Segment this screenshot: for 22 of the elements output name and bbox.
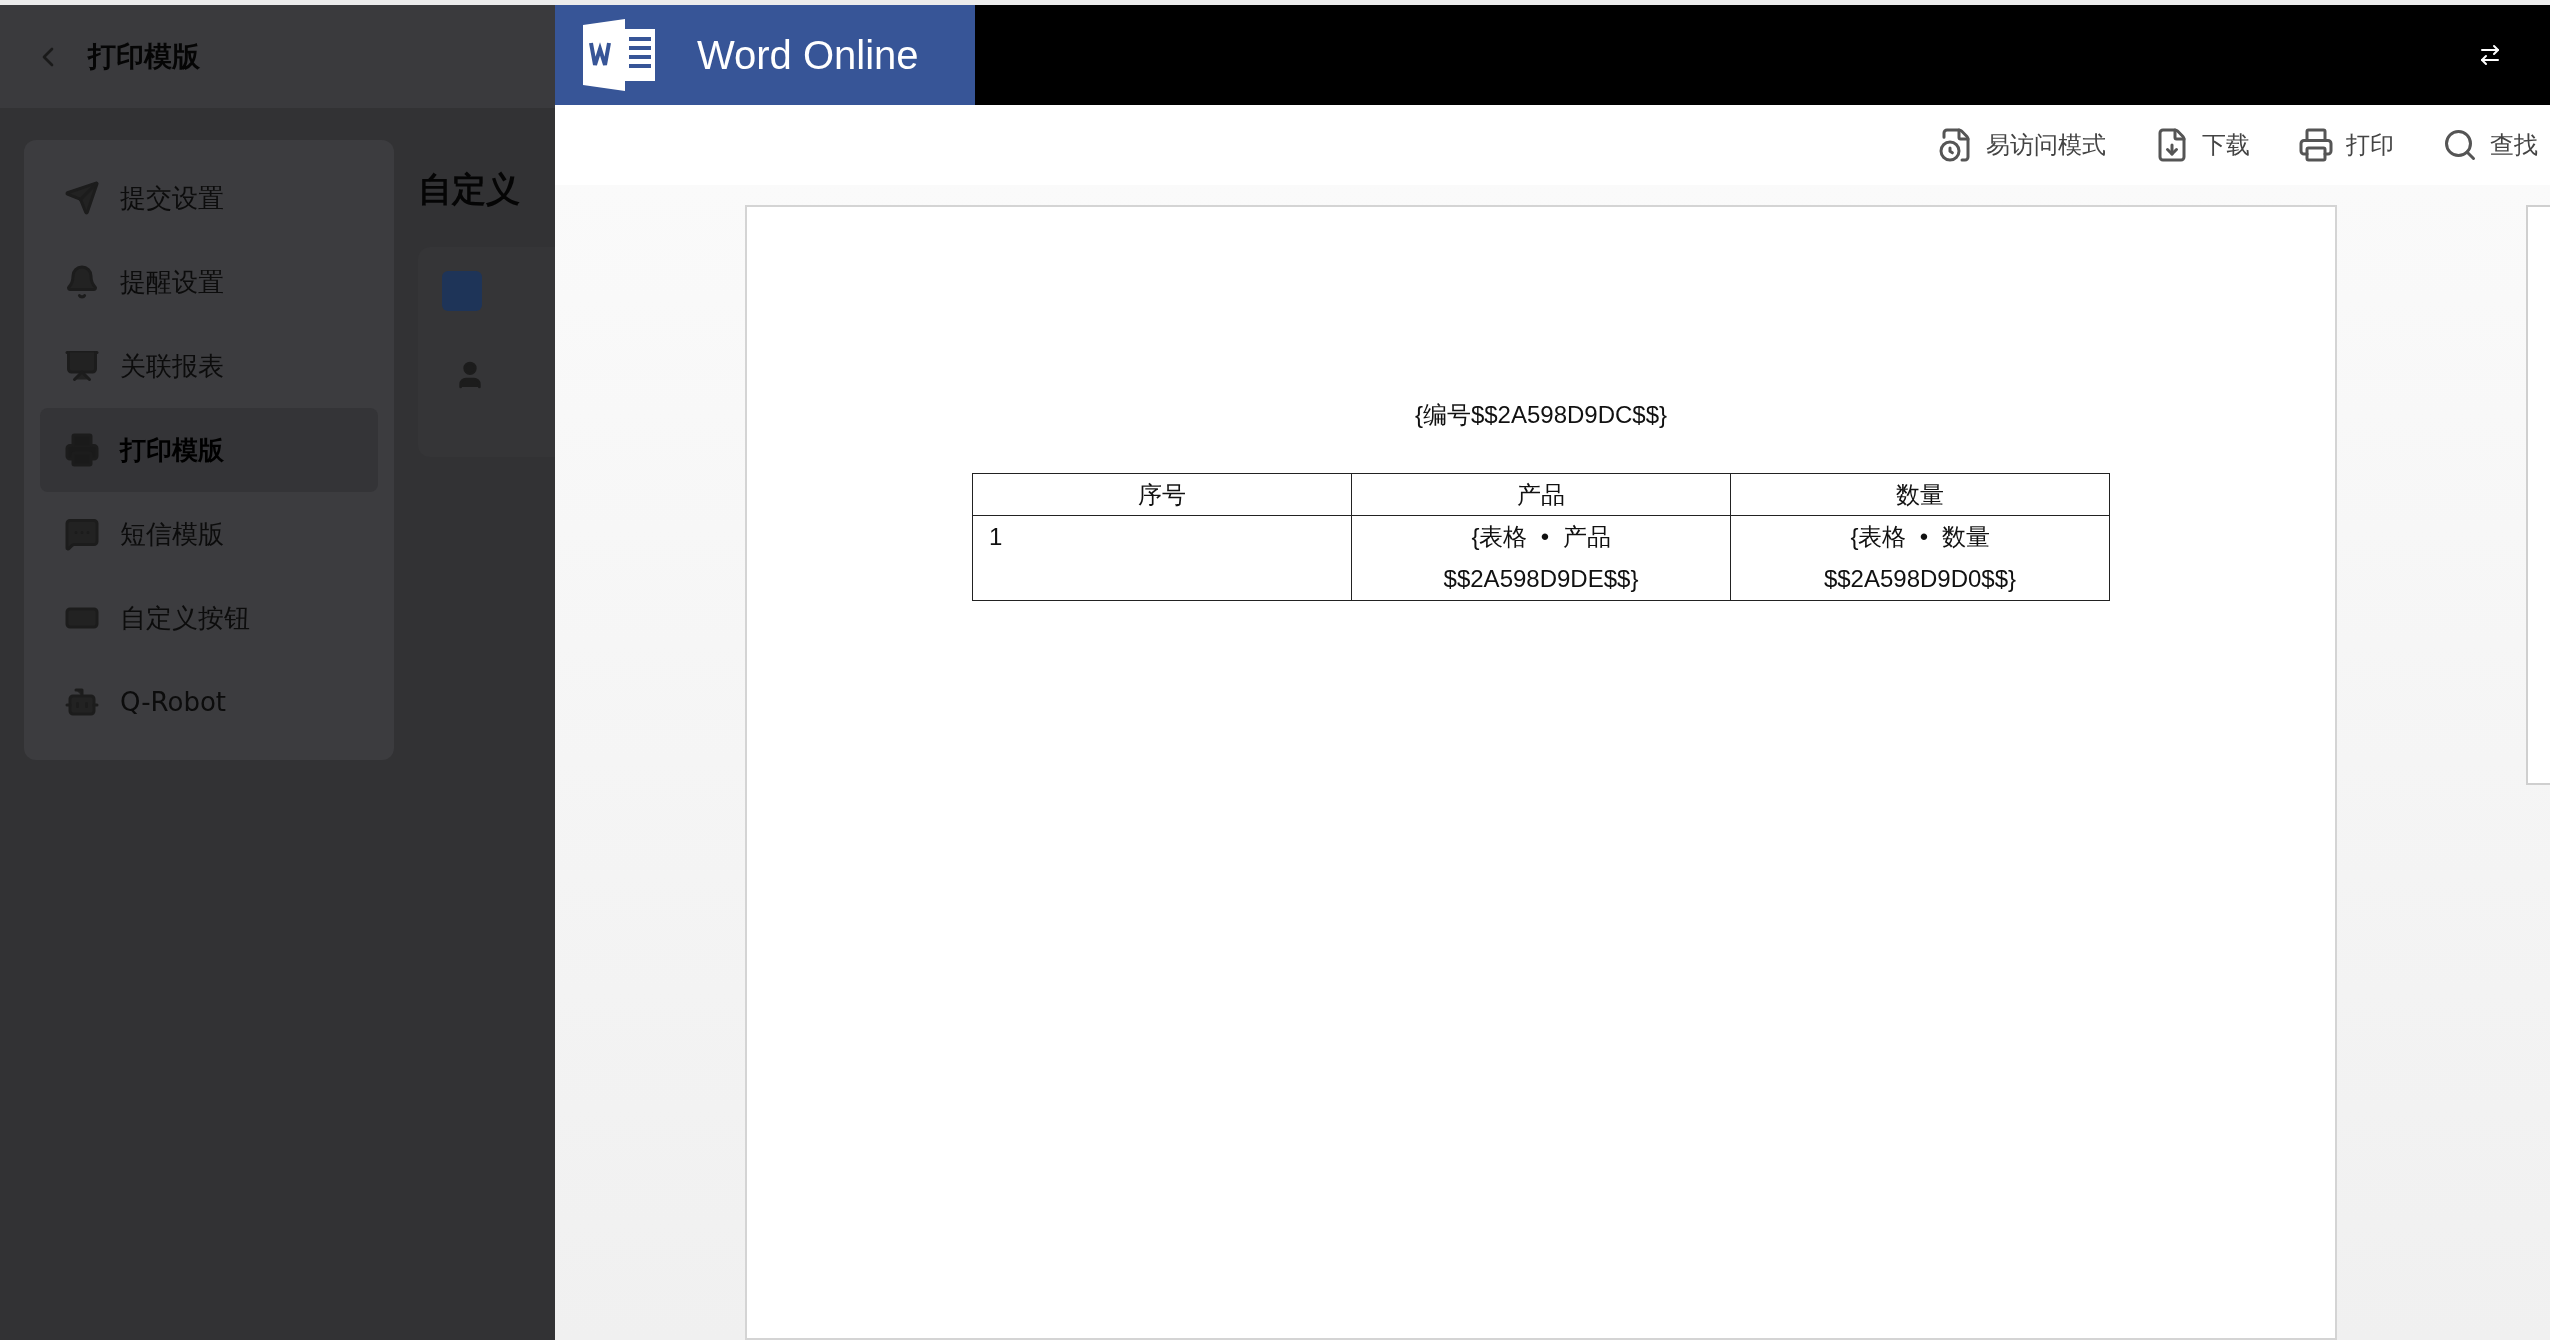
toolbar-button[interactable]: 查找 xyxy=(2442,127,2538,163)
printer-icon xyxy=(64,432,100,468)
board-icon xyxy=(64,348,100,384)
column-header: 数量 xyxy=(1730,473,2110,516)
search-icon xyxy=(2442,127,2478,163)
paper-plane-icon xyxy=(64,180,100,216)
word-logo-icon xyxy=(583,19,657,91)
switch-icon[interactable] xyxy=(2478,43,2502,67)
page-title: 打印模版 xyxy=(88,38,200,75)
table-cell: {表格 • 数量 $$2A598D9D0$$} xyxy=(1730,515,2110,601)
app-title: Word Online xyxy=(697,32,919,79)
toolbar-button[interactable]: 易访问模式 xyxy=(1938,127,2106,163)
printer-icon xyxy=(2298,127,2334,163)
toolbar-button[interactable]: 下载 xyxy=(2154,127,2250,163)
column-header: 产品 xyxy=(1351,473,1731,516)
table-cell: {表格 • 产品 $$2A598D9DE$$} xyxy=(1351,515,1731,601)
document-title: {编号$$2A598D9DC$$} xyxy=(1414,400,1668,430)
toolbar-button[interactable]: 打印 xyxy=(2298,127,2394,163)
column-header: 序号 xyxy=(972,473,1352,516)
bell-icon xyxy=(64,264,100,300)
chat-bubble-icon xyxy=(64,516,100,552)
table-cell: 1 xyxy=(972,515,1352,601)
